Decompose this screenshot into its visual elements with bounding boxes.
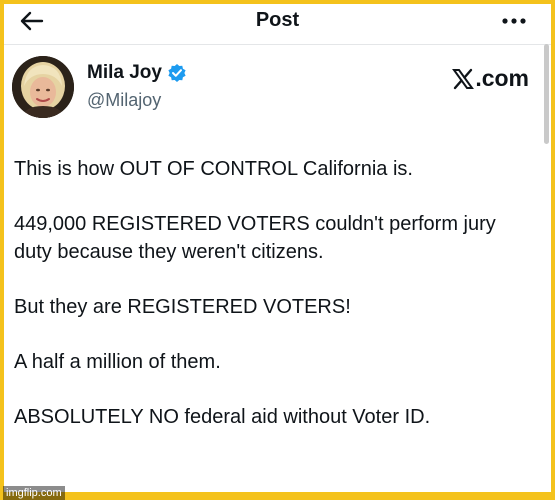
post-line-1: This is how OUT OF CONTROL California is… [14,158,413,180]
post-line-5: ABSOLUTELY NO federal aid without Voter … [14,406,431,428]
top-bar: Post [4,4,551,40]
post-line-3: But they are REGISTERED VOTERS! [14,296,351,318]
avatar[interactable] [12,56,74,118]
post-body: This is how OUT OF CONTROL California is… [14,155,539,458]
more-options-button[interactable] [499,8,529,34]
brand-text: .com [475,65,529,91]
watermark: imgflip.com [3,486,65,500]
author-name[interactable]: Mila Joy [87,62,162,84]
scrollbar[interactable] [544,44,549,144]
x-logo-icon [452,68,475,89]
x-brand-logo: .com [452,65,529,92]
header-divider [4,44,551,45]
avatar-photo [12,56,74,118]
more-horizontal-icon [502,18,526,24]
verified-badge-icon [168,64,186,82]
post-screen: Post Mila Joy @Milajoy .com This is how … [4,4,551,492]
post-line-2: 449,000 REGISTERED VOTERS couldn't perfo… [14,213,496,263]
post-line-4: A half a million of them. [14,351,221,373]
author-row: Mila Joy [87,62,187,84]
author-handle[interactable]: @Milajoy [87,90,161,111]
page-title: Post [255,9,300,31]
